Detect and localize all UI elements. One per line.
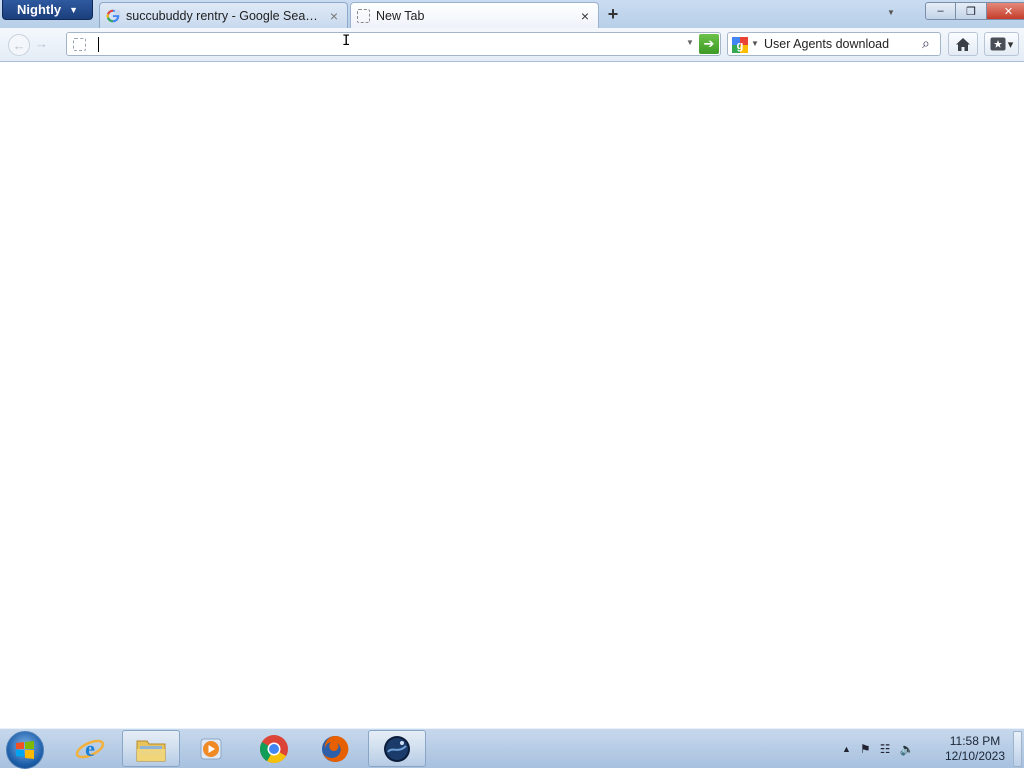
forward-button[interactable]: → (35, 36, 48, 51)
ie-icon: e (75, 736, 105, 761)
nightly-icon (384, 735, 410, 762)
close-window-button[interactable]: ✕ (987, 2, 1024, 20)
back-button[interactable]: ← (8, 34, 30, 56)
browser-titlebar: Nightly ▼ succubuddy rentry - Google Sea… (0, 0, 1024, 28)
text-cursor (98, 37, 99, 52)
taskbar-nightly[interactable] (368, 730, 426, 767)
home-button[interactable] (948, 32, 978, 56)
show-desktop-button[interactable] (1013, 731, 1022, 767)
blank-page-icon (357, 8, 370, 23)
go-arrow-icon: ➔ (703, 36, 715, 51)
taskbar-windows-explorer[interactable] (122, 730, 180, 767)
volume-icon[interactable]: 🔈 (899, 742, 914, 756)
taskbar-internet-explorer[interactable]: e (61, 730, 119, 767)
magnifier-icon[interactable]: ⌕ (922, 35, 930, 52)
taskbar-firefox[interactable] (306, 730, 364, 767)
site-identity-icon[interactable] (73, 38, 86, 51)
nightly-menu-button[interactable]: Nightly ▼ (2, 0, 93, 20)
nightly-menu-label: Nightly (17, 2, 62, 17)
firefox-icon (322, 735, 349, 762)
show-hidden-icons-icon[interactable]: ▲ (842, 744, 851, 754)
bookmarks-button[interactable]: ▾ (984, 32, 1019, 56)
new-tab-button[interactable]: + (601, 2, 625, 26)
go-button[interactable]: ➔ (699, 34, 719, 54)
chevron-down-icon: ▼ (69, 4, 78, 15)
taskbar-media-player[interactable] (183, 730, 241, 767)
tab-list-dropdown-icon[interactable]: ▼ (887, 8, 895, 17)
engine-dropdown-icon[interactable]: ▼ (751, 39, 759, 48)
start-button[interactable] (6, 731, 44, 769)
action-center-flag-icon[interactable]: ⚑ (860, 742, 871, 756)
network-icon[interactable]: ☷ (880, 742, 891, 756)
windows-logo-icon (16, 741, 34, 759)
navigation-toolbar: ← → ▼ ➔ g ▼ User Agents download ⌕ ▾ (0, 28, 1024, 62)
svg-text:e: e (85, 736, 95, 761)
forward-arrow-icon: → (35, 36, 48, 51)
tab-title: succubuddy rentry - Google Search (126, 8, 321, 23)
home-icon (956, 37, 970, 51)
window-controls: – ❐ ✕ (925, 2, 1024, 20)
svg-text:g: g (737, 40, 744, 52)
system-tray: ▲ ⚑ ☷ 🔈 (842, 729, 914, 769)
url-input[interactable] (95, 35, 689, 53)
bookmarks-icon (990, 37, 1006, 51)
minimize-button[interactable]: – (925, 2, 956, 20)
tab-title: New Tab (376, 8, 425, 23)
clock-time: 11:58 PM (949, 734, 1001, 748)
mouse-cursor: I (342, 33, 351, 49)
google-g-icon (106, 9, 120, 22)
close-tab-icon[interactable]: × (578, 8, 592, 24)
chevron-down-icon: ▾ (1007, 38, 1014, 51)
tab-google-search[interactable]: succubuddy rentry - Google Search × (99, 2, 348, 28)
taskbar-clock[interactable]: 11:58 PM 12/10/2023 (940, 734, 1010, 764)
clock-date: 12/10/2023 (944, 749, 1006, 763)
close-tab-icon[interactable]: × (327, 8, 341, 24)
search-input[interactable]: User Agents download (764, 37, 889, 51)
taskbar: e ▲ ⚑ ☷ 🔈 11:58 PM 12/10/2023 (0, 728, 1024, 769)
google-icon[interactable]: g (732, 37, 748, 53)
chrome-icon (260, 734, 288, 763)
back-arrow-icon: ← (12, 37, 26, 53)
url-bar[interactable]: ▼ ➔ (66, 32, 721, 56)
media-player-icon (200, 738, 222, 759)
folder-icon (136, 740, 166, 761)
page-content[interactable] (0, 62, 1024, 728)
url-history-dropdown-icon[interactable]: ▼ (686, 38, 694, 47)
restore-button[interactable]: ❐ (956, 2, 987, 20)
tab-new-tab[interactable]: New Tab × (350, 2, 599, 28)
taskbar-chrome[interactable] (245, 730, 303, 767)
search-bar[interactable]: g ▼ User Agents download ⌕ (727, 32, 941, 56)
